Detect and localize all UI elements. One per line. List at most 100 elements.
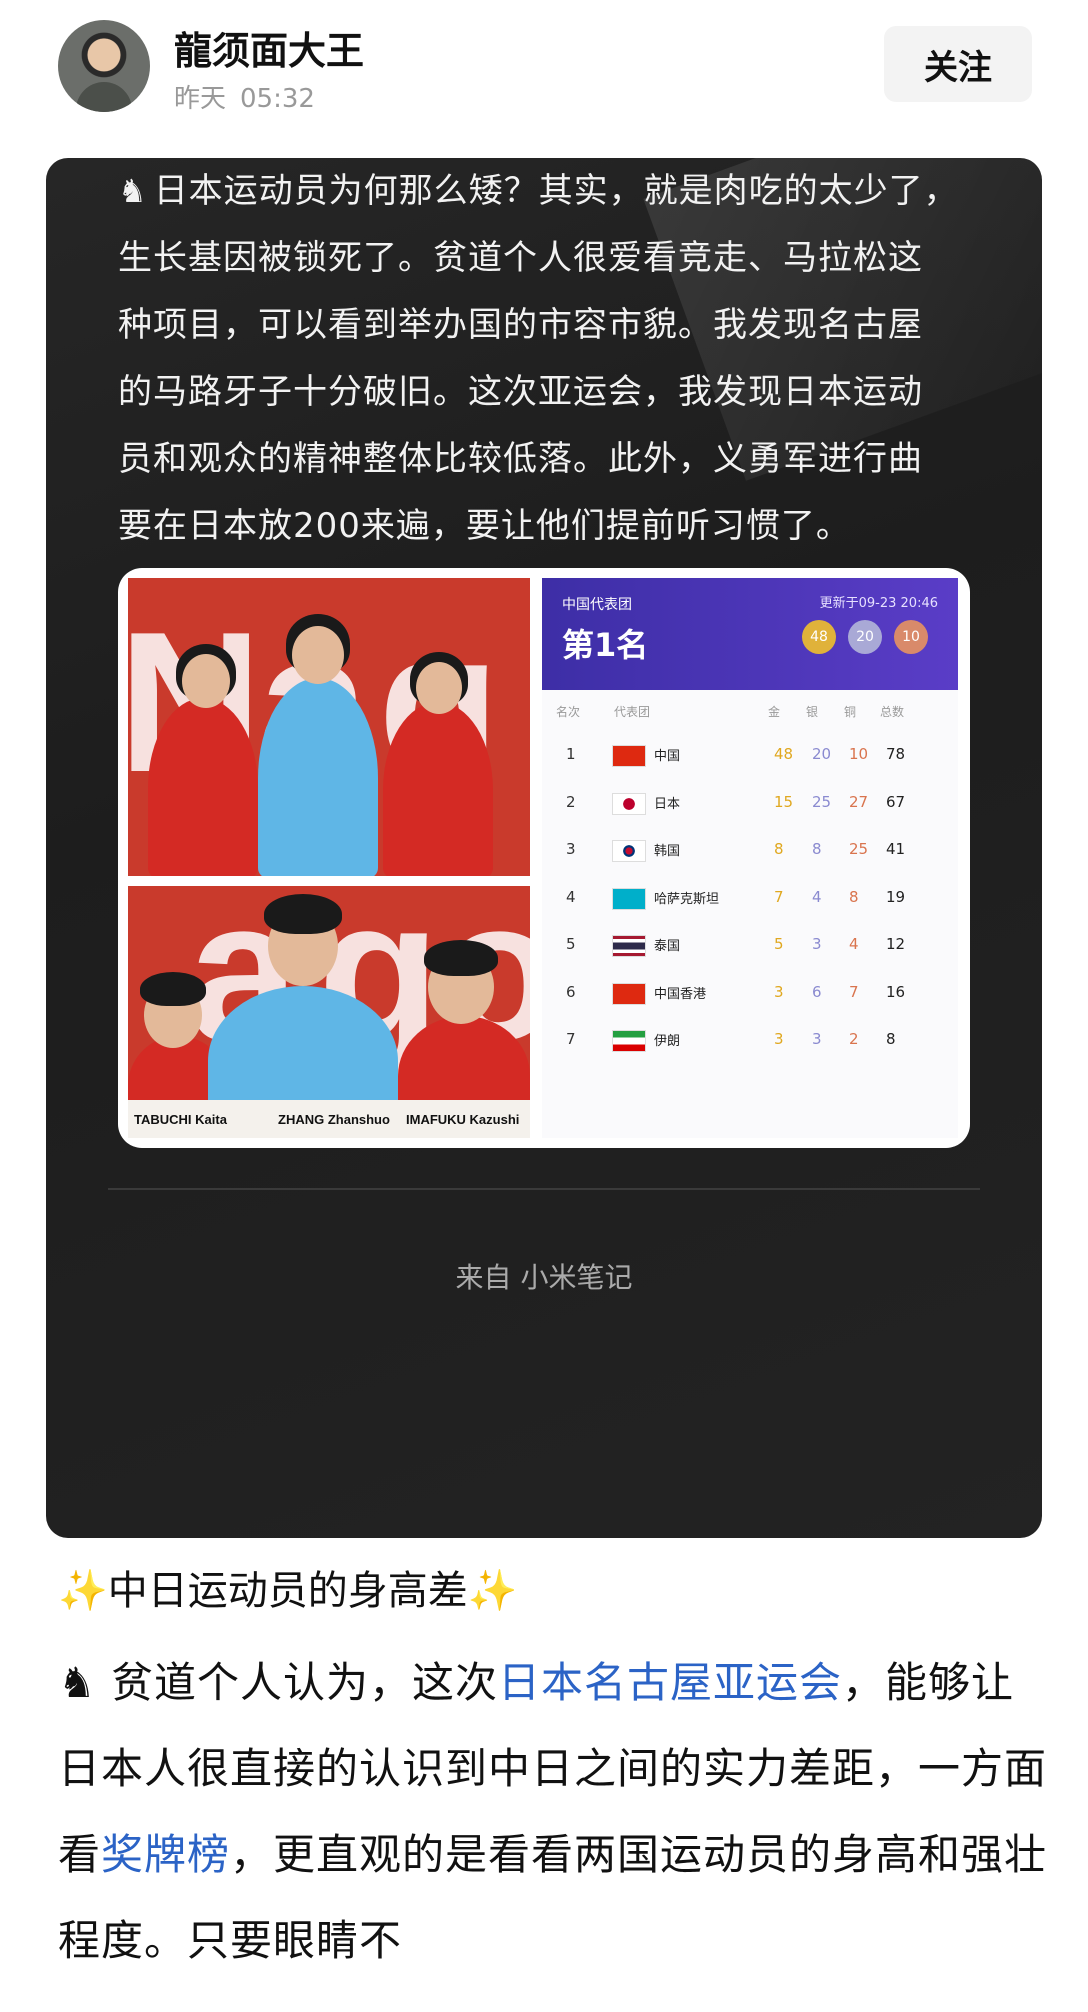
total-count-cell: 8: [886, 1030, 896, 1048]
author-avatar[interactable]: [58, 20, 150, 112]
total-count-cell: 78: [886, 745, 906, 763]
name-plate: TABUCHI Kaita ZHANG Zhanshuo IMAFUKU Kaz…: [128, 1100, 530, 1138]
rank-cell: 6: [566, 982, 576, 1001]
col-gold: 金: [768, 705, 781, 719]
col-bronze: 铜: [844, 705, 857, 719]
link-nagoya-asian-games[interactable]: 日本名古屋亚运会: [498, 1658, 842, 1707]
medal-row: 6 中国香港 3 6 7 16: [542, 971, 958, 1015]
medal-row: 2 日本 15 25 27 67: [542, 781, 958, 825]
gold-count-cell: 3: [774, 982, 784, 1001]
rank-title: 第1名: [562, 626, 649, 664]
note-line-2: 生长基因被锁死了。贫道个人很爱看竞走、马拉松这: [118, 238, 923, 278]
medal-row: 5 泰国 5 3 4 12: [542, 923, 958, 967]
note-line-5: 员和观众的精神整体比较低落。此外，义勇军进行曲: [118, 439, 923, 479]
country-flag-icon: [612, 982, 646, 1005]
athlete-hair: [424, 940, 498, 976]
gold-medal-icon: 48: [802, 620, 836, 654]
team-name-cell: 中国: [654, 749, 681, 764]
post-time: 昨天 05:32: [174, 78, 329, 115]
col-total: 总数: [880, 705, 905, 719]
team-name-cell: 哈萨克斯坦: [654, 891, 720, 907]
podium-photo-men: a g o TABUCHI Kaita ZHANG Zhanshuo IMAFU…: [128, 886, 530, 1138]
athlete-center: [258, 678, 378, 876]
article-subtitle: ✨中日运动员的身高差✨: [58, 1568, 518, 1614]
rank-cell: 4: [566, 887, 576, 906]
country-flag-icon: [612, 887, 646, 910]
athlete-face: [292, 626, 344, 684]
name-plate-right: IMAFUKU Kazushi: [406, 1112, 520, 1127]
gold-count-cell: 3: [774, 1030, 784, 1048]
medal-row: 7 伊朗 3 3 2 8: [542, 1018, 958, 1062]
medal-row: 1 中国 48 20 10 78: [542, 733, 958, 777]
bronze-count-cell: 8: [849, 887, 859, 906]
team-name-cell: 日本: [654, 796, 681, 812]
gold-count-cell: 5: [774, 935, 784, 953]
bronze-count-cell: 2: [849, 1030, 859, 1048]
athlete-right: [383, 702, 493, 876]
silver-count-cell: 25: [812, 792, 832, 811]
note-source: 来自 小米笔记: [455, 1261, 633, 1294]
note-line-1: ♞ 日本运动员为何那么矮？其实，就是肉吃的太少了，: [118, 171, 959, 211]
rank-cell: 3: [566, 840, 576, 858]
post-clock: 05:32: [240, 84, 315, 114]
note-line-3: 种项目，可以看到举办国的市容市貌。我发现名古屋: [118, 305, 923, 345]
total-count-cell: 16: [886, 982, 906, 1001]
athlete-hair: [140, 972, 206, 1006]
podium-photo-women: N a g: [128, 578, 530, 876]
link-medal-table[interactable]: 奖牌榜: [101, 1830, 230, 1879]
name-plate-center: ZHANG Zhanshuo: [278, 1112, 390, 1127]
silver-count-cell: 3: [812, 935, 822, 953]
medal-row: 3 韩国 8 8 25 41: [542, 828, 958, 872]
silver-count-cell: 8: [812, 840, 822, 858]
bronze-count-cell: 25: [849, 840, 869, 858]
total-count-cell: 41: [886, 840, 906, 858]
photo-collage: N a g a g o TA: [118, 568, 970, 1148]
article-paragraph: ♞ 贫道个人认为，这次日本名古屋亚运会，能够让日本人很直接的认识到中日之间的实力…: [58, 1658, 1048, 1965]
note-line-4: 的马路牙子十分破旧。这次亚运会，我发现日本运动: [118, 372, 923, 412]
author-name[interactable]: 龍须面大王: [174, 20, 364, 75]
team-name-cell: 泰国: [654, 939, 681, 954]
country-flag-icon: [612, 935, 646, 957]
rank-cell: 7: [566, 1030, 576, 1048]
name-plate-left: TABUCHI Kaita: [134, 1112, 227, 1127]
col-silver: 银: [806, 705, 819, 719]
silver-medal-icon: 20: [848, 620, 882, 654]
bronze-count-cell: 10: [849, 745, 869, 763]
gold-count-cell: 15: [774, 792, 794, 811]
rank-cell: 1: [566, 745, 576, 763]
athlete-left: [148, 698, 258, 876]
athlete-face: [416, 662, 462, 714]
bronze-medal-icon: 10: [894, 620, 928, 654]
medal-table: 中国代表团 更新于09-23 20:46 第1名 48 20 10 名次 代表团…: [542, 578, 958, 1138]
team-label: 中国代表团: [562, 597, 632, 613]
rank-cell: 5: [566, 935, 576, 953]
bronze-count-cell: 27: [849, 792, 869, 811]
athlete-hair: [264, 894, 342, 934]
silver-count-cell: 3: [812, 1030, 822, 1048]
knight-icon: ♞: [58, 1658, 97, 1707]
team-name-cell: 中国香港: [654, 986, 707, 1002]
post-day: 昨天: [174, 84, 227, 114]
team-name-cell: 韩国: [654, 844, 681, 859]
gold-count-cell: 48: [774, 745, 794, 763]
bronze-count-cell: 4: [849, 935, 859, 953]
rank-cell: 2: [566, 792, 576, 811]
medal-row: 4 哈萨克斯坦 7 4 8 19: [542, 876, 958, 920]
total-count-cell: 67: [886, 792, 906, 811]
bronze-count-cell: 7: [849, 982, 859, 1001]
total-count-cell: 19: [886, 887, 906, 906]
post-header: 龍须面大王 昨天 05:32 关注: [0, 0, 1088, 140]
knight-icon: ♞: [118, 172, 148, 210]
update-time: 更新于09-23 20:46: [819, 596, 938, 611]
note-image-card[interactable]: ♞ 日本运动员为何那么矮？其实，就是肉吃的太少了， 生长基因被锁死了。贫道个人很爱…: [46, 158, 1042, 1538]
country-flag-icon: [612, 1030, 646, 1052]
total-count-cell: 12: [886, 935, 906, 953]
team-name-cell: 伊朗: [654, 1034, 681, 1049]
silver-count-cell: 6: [812, 982, 822, 1001]
medal-table-header: 中国代表团 更新于09-23 20:46 第1名 48 20 10: [542, 578, 958, 690]
silver-count-cell: 20: [812, 745, 832, 763]
follow-button[interactable]: 关注: [884, 26, 1032, 102]
gold-count-cell: 7: [774, 887, 784, 906]
athlete-face: [182, 654, 230, 708]
note-line-6: 要在日本放200来遍，要让他们提前听习惯了。: [118, 506, 851, 546]
